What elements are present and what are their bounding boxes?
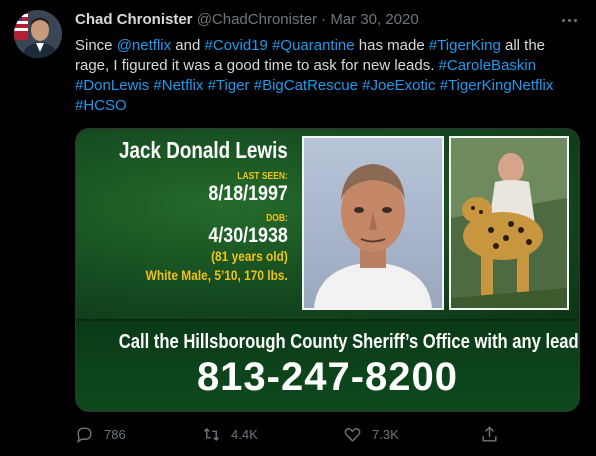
description: White Male, 5’10, 170 lbs. xyxy=(145,267,288,283)
missing-person-name: Jack Donald Lewis xyxy=(119,137,288,163)
hashtag-link[interactable]: #CaroleBaskin xyxy=(439,57,537,74)
tweet-text-segment: has made xyxy=(354,37,429,54)
hashtag-link[interactable]: #Tiger xyxy=(208,77,250,94)
missing-info: Jack Donald Lewis LAST SEEN: 8/18/1997 D… xyxy=(82,137,288,283)
hashtag-link[interactable]: #DonLewis xyxy=(75,77,149,94)
call-text: Call the Hillsborough County Sheriff’s O… xyxy=(118,331,580,353)
hashtag-link[interactable]: #BigCatRescue xyxy=(254,77,358,94)
dob-date: 4/30/1938 xyxy=(208,224,288,247)
retweet-icon xyxy=(203,427,220,441)
tweet-text: Since @netflix and #Covid19 #Quarantine … xyxy=(75,36,580,116)
hashtag-link[interactable]: #TigerKingNetflix xyxy=(440,77,554,94)
hashtag-link[interactable]: #Quarantine xyxy=(272,37,355,54)
age: (81 years old) xyxy=(211,248,288,264)
dob-label: DOB: xyxy=(266,213,288,224)
share-button[interactable] xyxy=(480,422,509,446)
retweet-count: 4.4K xyxy=(231,426,258,442)
tweet: Chad Chronister @ChadChronister · Mar 30… xyxy=(0,0,596,456)
display-name[interactable]: Chad Chronister xyxy=(75,11,193,28)
share-icon xyxy=(482,425,497,442)
tweet-header: Chad Chronister @ChadChronister · Mar 30… xyxy=(75,10,419,30)
like-count: 7.3K xyxy=(372,426,399,442)
mugshot-photo xyxy=(302,136,444,310)
avatar[interactable] xyxy=(14,10,62,58)
like-icon xyxy=(344,427,361,442)
avatar-image xyxy=(14,10,62,58)
hashtag-link[interactable]: #Covid19 xyxy=(205,37,268,54)
more-icon[interactable] xyxy=(560,10,580,30)
reply-icon xyxy=(77,426,92,443)
reply-count: 786 xyxy=(104,426,126,442)
timestamp[interactable]: Mar 30, 2020 xyxy=(330,11,418,28)
last-seen-date: 8/18/1997 xyxy=(208,182,288,205)
reply-button[interactable]: 786 xyxy=(75,422,126,446)
hashtag-link[interactable]: #TigerKing xyxy=(429,37,501,54)
card-bottom-panel: Call the Hillsborough County Sheriff’s O… xyxy=(76,319,580,411)
phone-number: 813-247-8200 xyxy=(196,355,459,399)
hashtag-link[interactable]: #JoeExotic xyxy=(362,77,435,94)
mention-link[interactable]: @netflix xyxy=(117,37,171,54)
retweet-button[interactable]: 4.4K xyxy=(202,422,258,446)
last-seen-label: LAST SEEN: xyxy=(237,171,288,182)
tweet-text-segment: Since xyxy=(75,37,117,54)
tweet-text-segment: and xyxy=(171,37,205,54)
like-button[interactable]: 7.3K xyxy=(343,422,399,446)
media-image[interactable]: Jack Donald Lewis LAST SEEN: 8/18/1997 D… xyxy=(75,128,580,412)
separator: · xyxy=(316,11,331,28)
hashtag-link[interactable]: #Netflix xyxy=(153,77,203,94)
handle[interactable]: @ChadChronister xyxy=(197,11,317,28)
card-top-panel: Jack Donald Lewis LAST SEEN: 8/18/1997 D… xyxy=(76,129,579,319)
hashtag-link[interactable]: #HCSO xyxy=(75,97,127,114)
tweet-actions: 786 4.4K 7.3K xyxy=(75,422,580,446)
tiger-photo xyxy=(449,136,569,310)
